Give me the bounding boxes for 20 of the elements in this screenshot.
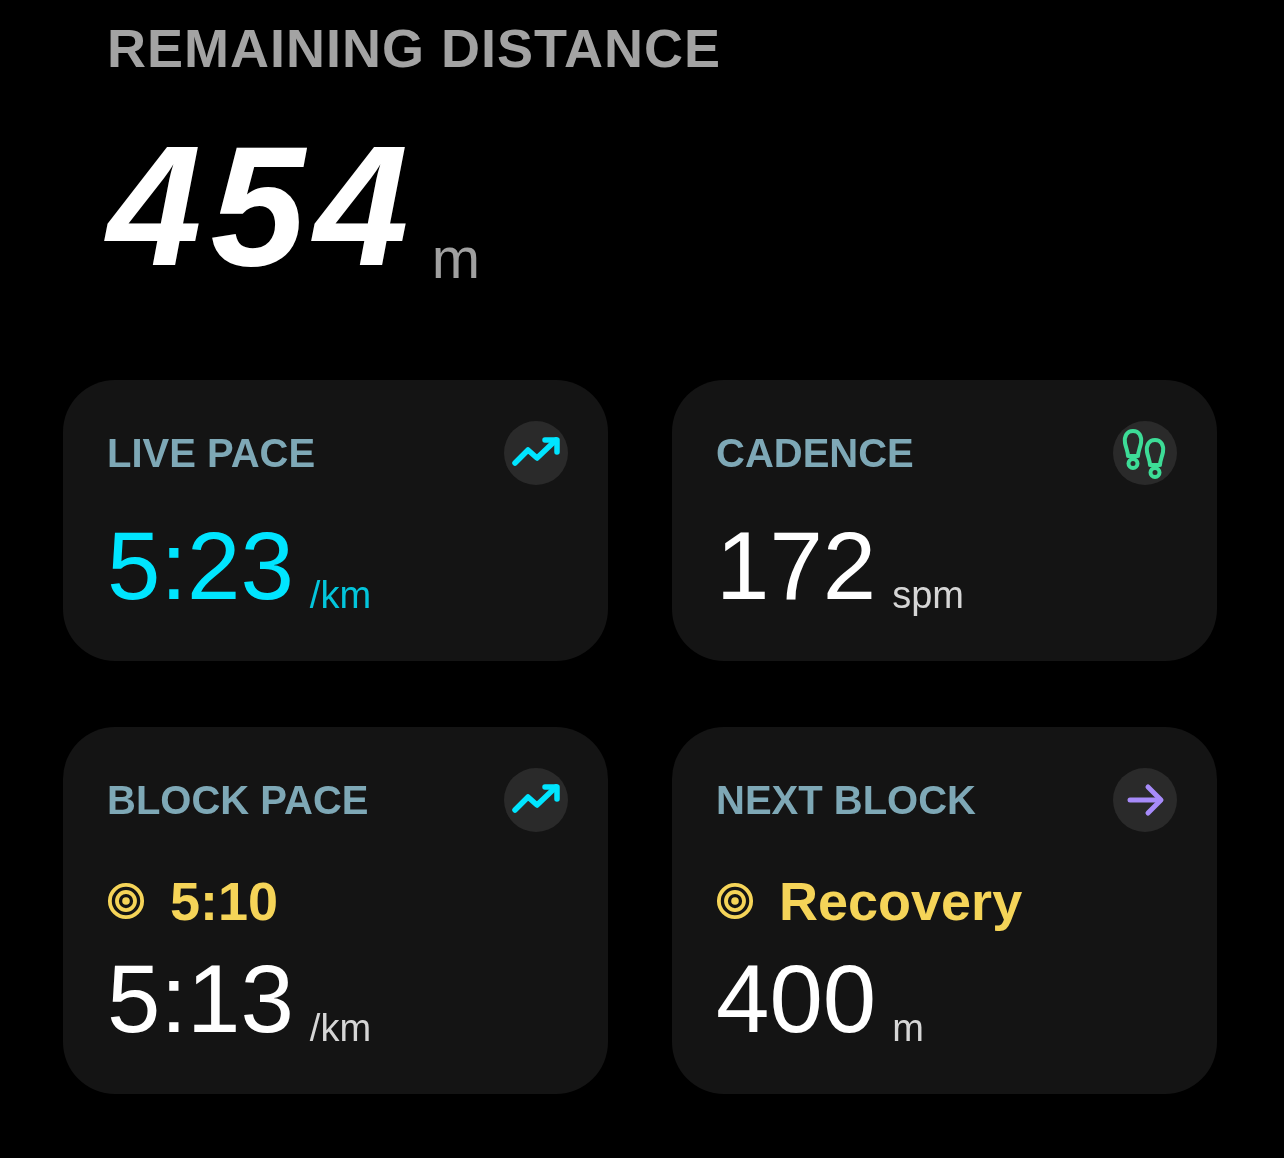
metric-value: 172 xyxy=(716,518,877,614)
trend-up-icon xyxy=(504,421,568,485)
footprints-icon xyxy=(1113,421,1177,485)
card-title: CADENCE xyxy=(716,433,914,473)
unit-label: /km xyxy=(309,1009,372,1047)
unit-label: spm xyxy=(892,576,964,614)
card-title: LIVE PACE xyxy=(107,433,316,473)
card-title: NEXT BLOCK xyxy=(716,780,976,820)
unit-label: m xyxy=(892,1009,924,1047)
metric-value: 5:23 xyxy=(107,518,294,614)
unit-label: /km xyxy=(309,576,372,614)
remaining-distance-label: REMAINING DISTANCE xyxy=(107,21,722,75)
target-icon xyxy=(716,882,754,920)
unit-label: m xyxy=(431,229,480,287)
metric-value: 5:13 xyxy=(107,951,294,1047)
trend-up-icon xyxy=(504,768,568,832)
target-value: 5:10 xyxy=(170,874,279,928)
metric-value: 400 xyxy=(716,951,877,1047)
card-title: BLOCK PACE xyxy=(107,780,369,820)
target-icon xyxy=(107,882,145,920)
